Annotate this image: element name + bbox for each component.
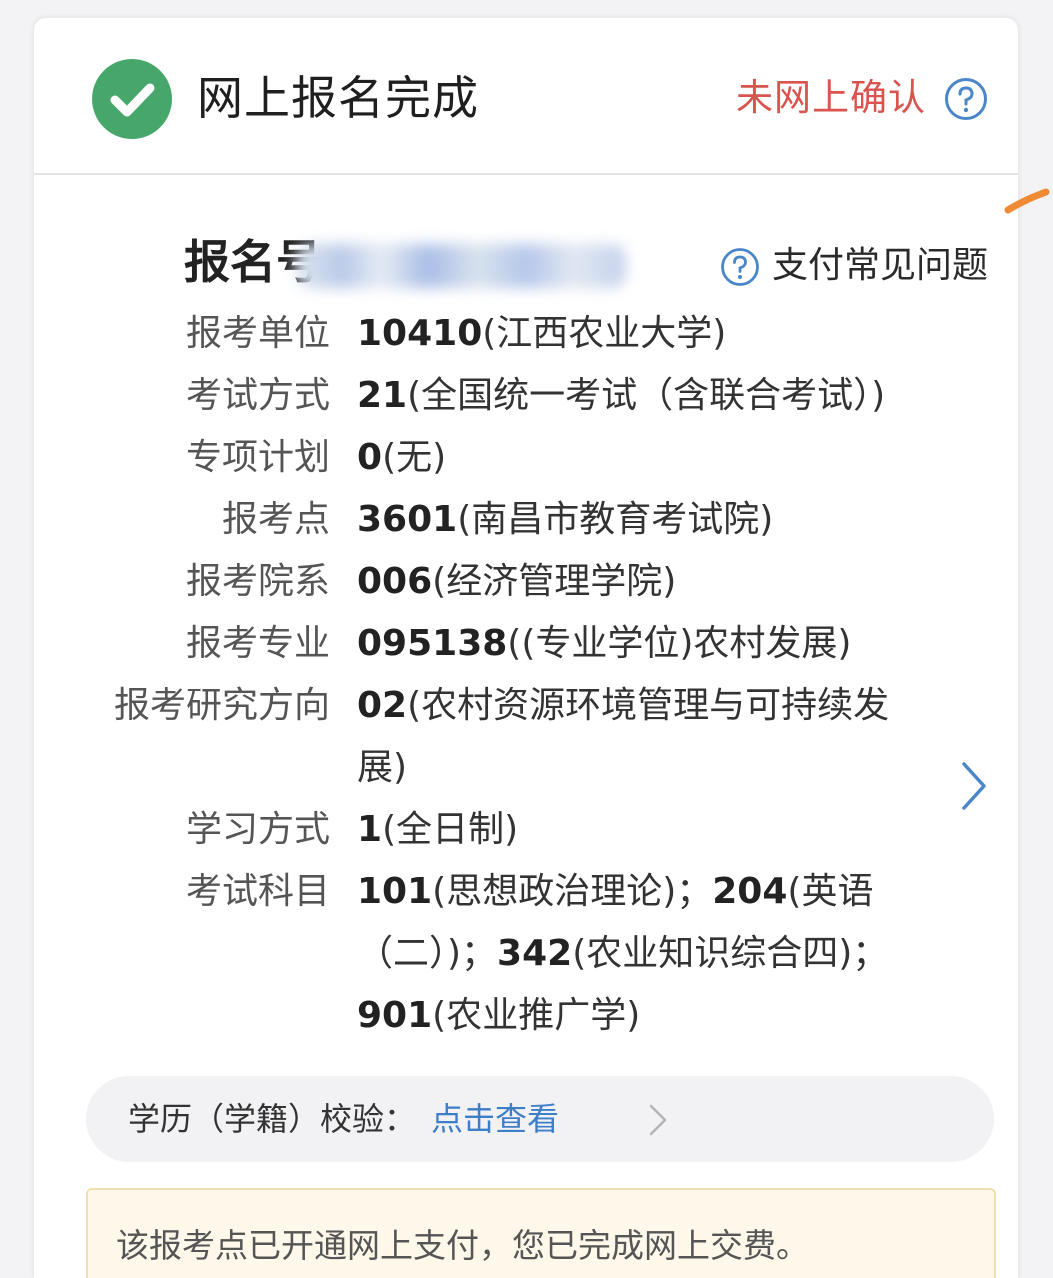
chevron-right-icon[interactable] [954, 758, 994, 814]
registration-number-row: 报名号 支付常见问题 [184, 226, 1014, 298]
payment-faq-link[interactable]: 支付常见问题 [772, 238, 988, 294]
detail-value: 3601(南昌市教育考试院) [357, 499, 774, 540]
pen-annotation-icon [1004, 188, 1050, 214]
detail-value: 1(全日制) [357, 809, 519, 850]
detail-value: 21(全国统一考试（含联合考试）) [357, 375, 886, 416]
registration-number-redacted [296, 244, 626, 288]
detail-value: 095138((专业学位)农村发展) [357, 623, 852, 664]
detail-value: 02(农村资源环境管理与可持续发展) [357, 685, 890, 788]
detail-label: 报考点 [221, 499, 330, 540]
education-check-bar[interactable]: 学历（学籍）校验： 点击查看 [86, 1076, 994, 1162]
status-header: 网上报名完成 未网上确认 [34, 18, 1018, 175]
chevron-right-icon [649, 1104, 667, 1136]
help-icon[interactable] [720, 247, 760, 287]
view-details-link[interactable]: 点击查看 [431, 1089, 559, 1149]
payment-notice: 该报考点已开通网上支付，您已完成网上交费。 [86, 1188, 996, 1278]
detail-label: 报考单位 [185, 313, 330, 354]
payment-notice-text: 该报考点已开通网上支付，您已完成网上交费。 [116, 1226, 809, 1265]
detail-value: 006(经济管理学院) [357, 561, 677, 602]
subjects-label: 考试科目 [185, 871, 330, 912]
page-title: 网上报名完成 [197, 71, 479, 125]
education-check-label: 学历（学籍）校验： [128, 1100, 417, 1138]
check-icon [92, 59, 172, 139]
detail-label: 专项计划 [185, 437, 330, 478]
registration-card: 网上报名完成 未网上确认 报名号 支付常见问题 报考单位 10410(江西农业大… [34, 18, 1018, 1278]
detail-label: 学习方式 [185, 809, 330, 850]
detail-label: 考试方式 [185, 375, 330, 416]
detail-label: 报考研究方向 [113, 685, 330, 726]
detail-value: 10410(江西农业大学) [357, 313, 727, 354]
detail-value: 0(无) [357, 437, 447, 478]
detail-label: 报考专业 [185, 623, 330, 664]
confirm-status-link[interactable]: 未网上确认 [736, 70, 926, 126]
subjects-value: 101(思想政治理论)；204(英语（二）)；342(农业知识综合四)；901(… [357, 871, 889, 1036]
detail-label: 报考院系 [185, 561, 330, 602]
help-icon[interactable] [944, 77, 988, 121]
